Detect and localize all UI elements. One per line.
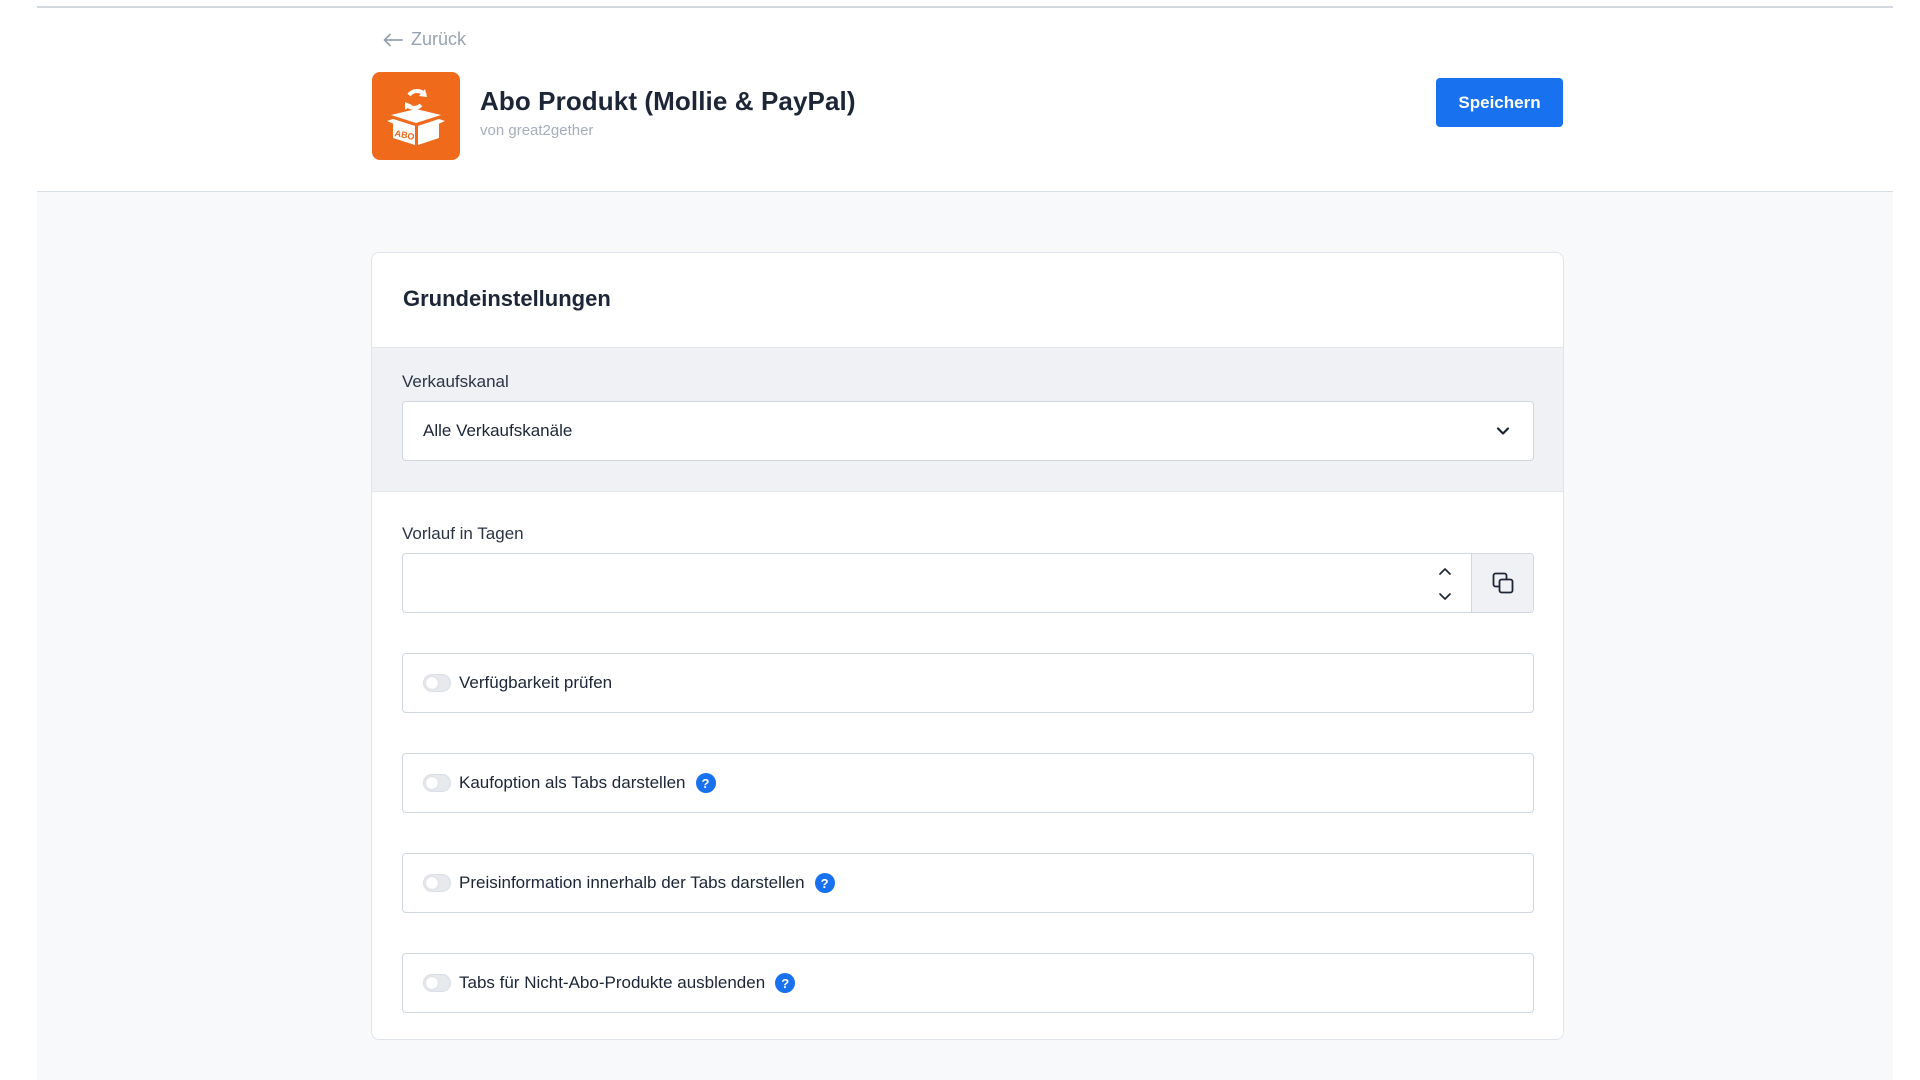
lead-time-label: Vorlauf in Tagen [402,524,524,543]
chevron-down-icon [1496,427,1510,435]
hide-tabs-switch[interactable] [423,974,451,992]
number-stepper [1433,562,1457,606]
lead-time-input[interactable] [403,554,1471,612]
page-title: Abo Produkt (Mollie & PayPal) [480,86,856,116]
toggle-label: Kaufoption als Tabs darstellen [459,773,686,792]
toggle-label: Verfügbarkeit prüfen [459,673,613,692]
decrement-button[interactable] [1433,586,1457,606]
subscription-box-icon: ABO [387,89,445,145]
help-icon[interactable]: ? [814,873,835,893]
save-button[interactable]: Speichern [1436,78,1563,127]
sales-channel-section: Verkaufskanal Alle Verkaufskanäle [372,347,1563,492]
toggle-row-price-info: Preisinformation innerhalb der Tabs dars… [402,853,1534,913]
page-header: Zurück ABO Abo Produkt (Mollie & PayPal)… [37,8,1893,192]
toggle-label: Preisinformation innerhalb der Tabs dars… [459,873,805,892]
back-link[interactable]: Zurück [383,29,466,50]
sales-channel-value: Alle Verkaufskanäle [423,421,573,440]
app-logo: ABO [372,72,460,160]
sales-channel-select[interactable]: Alle Verkaufskanäle [402,401,1534,461]
app-frame: Zurück ABO Abo Produkt (Mollie & PayPal)… [37,0,1893,1080]
tabs-switch[interactable] [423,774,451,792]
chevron-up-icon [1439,568,1451,575]
arrow-left-icon [383,33,403,46]
card-title: Grundeinstellungen [403,286,611,311]
chevron-down-icon [1439,593,1451,600]
help-icon[interactable]: ? [695,773,716,793]
toggle-label: Tabs für Nicht-Abo-Produkte ausblenden [459,973,766,992]
copy-button[interactable] [1471,554,1533,612]
sales-channel-label: Verkaufskanal [402,372,509,391]
help-icon[interactable]: ? [775,973,796,993]
toggle-row-tabs: Kaufoption als Tabs darstellen ? [402,753,1534,813]
toggle-row-availability: Verfügbarkeit prüfen [402,653,1534,713]
price-info-switch[interactable] [423,874,451,892]
back-label: Zurück [411,29,467,49]
copy-icon [1492,572,1513,594]
vendor-subtitle: von great2gether [480,122,594,139]
settings-card: Grundeinstellungen Verkaufskanal Alle Ve… [371,252,1564,1040]
lead-time-input-group [402,553,1534,613]
toggle-row-hide-tabs: Tabs für Nicht-Abo-Produkte ausblenden ? [402,953,1534,1013]
increment-button[interactable] [1433,562,1457,582]
availability-switch[interactable] [423,674,451,692]
